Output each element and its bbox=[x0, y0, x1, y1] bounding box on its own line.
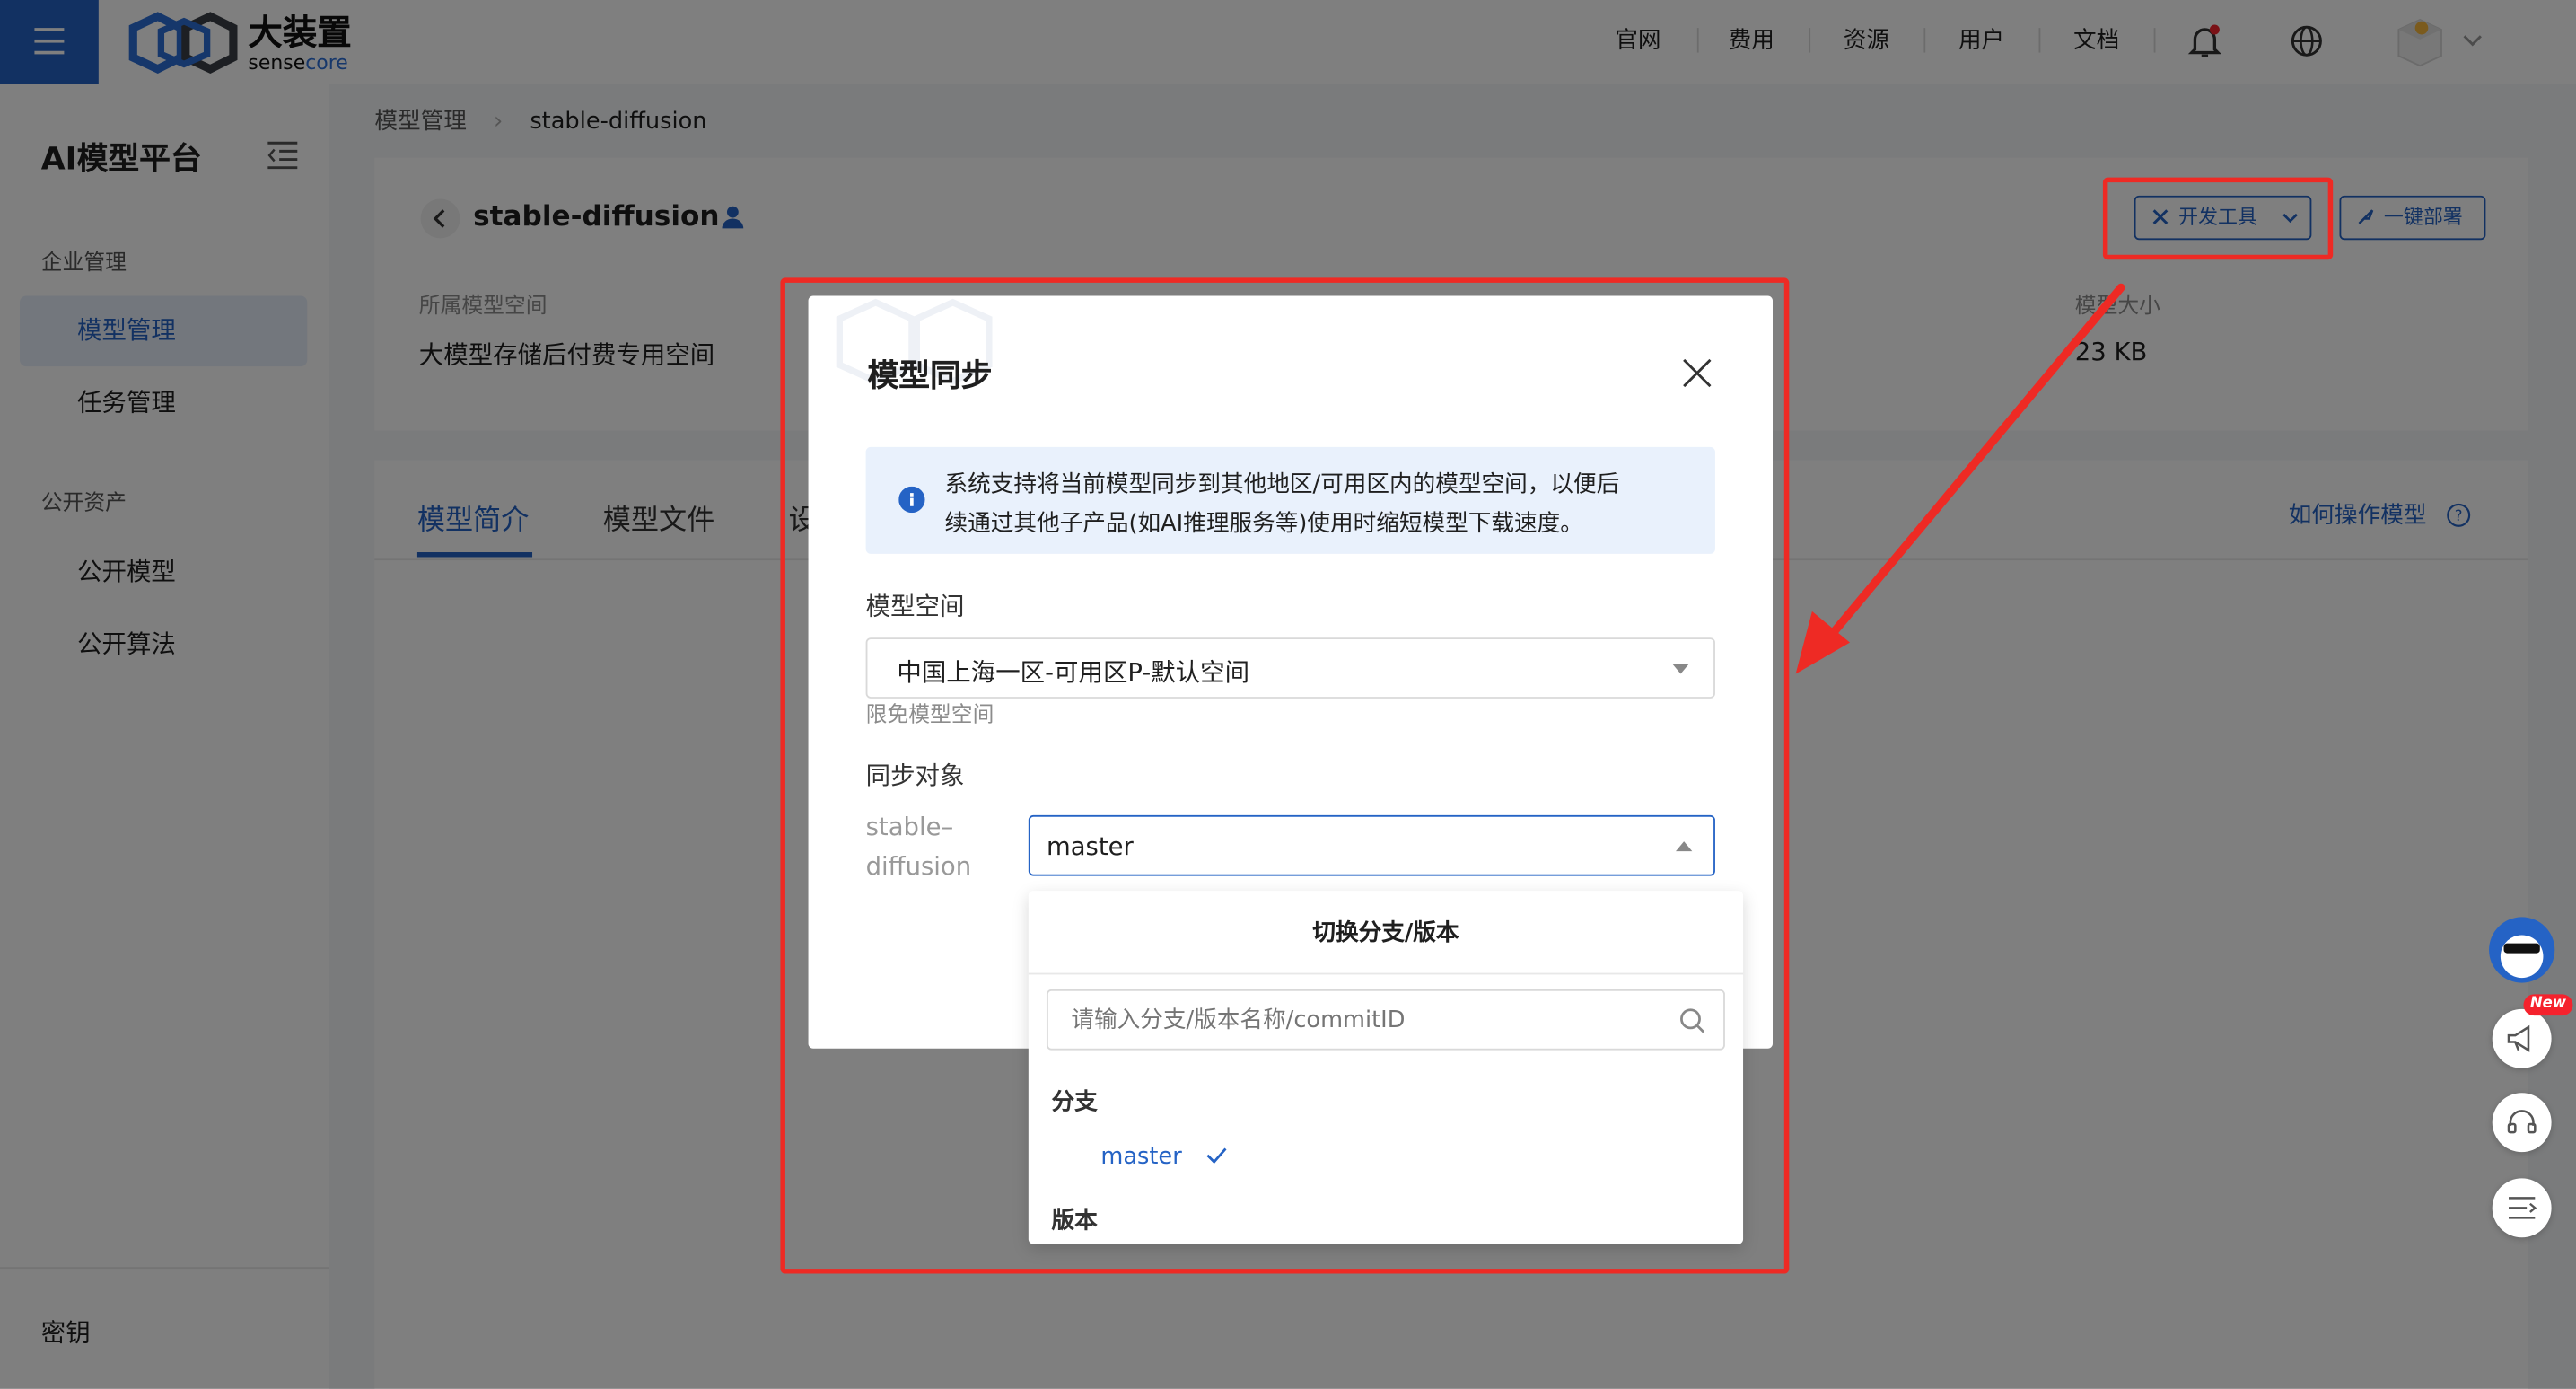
new-badge: New bbox=[2523, 994, 2573, 1016]
announcement-button[interactable] bbox=[2492, 1008, 2552, 1068]
list-collapse-icon bbox=[2509, 1197, 2537, 1219]
support-button[interactable] bbox=[2492, 1093, 2552, 1153]
annotation-arrow-icon bbox=[1795, 283, 2125, 674]
headset-icon bbox=[2507, 1110, 2537, 1134]
megaphone-icon bbox=[2507, 1024, 2530, 1052]
assistant-mascot[interactable] bbox=[2489, 917, 2555, 983]
mascot-icon bbox=[2500, 935, 2544, 979]
more-tools-button[interactable] bbox=[2492, 1178, 2552, 1238]
